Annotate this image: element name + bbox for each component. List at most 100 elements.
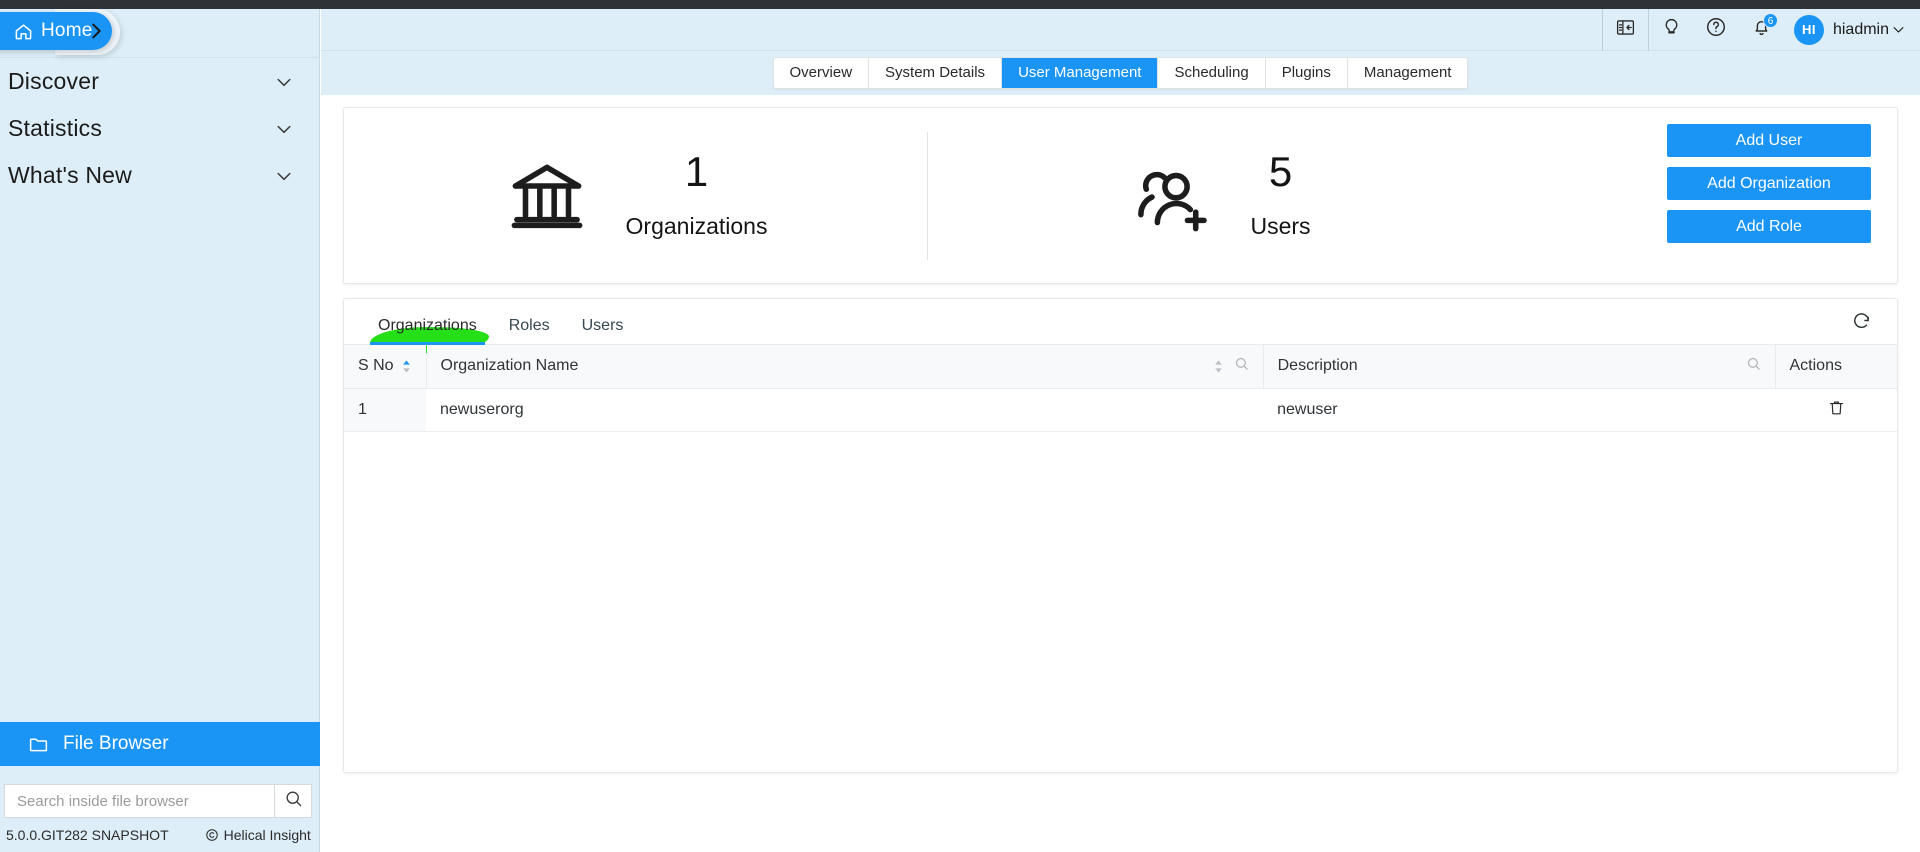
column-tools [1746, 356, 1761, 376]
stat-label: Organizations [625, 213, 768, 239]
trash-icon [1827, 398, 1846, 422]
help-circle-icon [1705, 16, 1727, 43]
inner-tab-roles[interactable]: Roles [493, 317, 566, 344]
action-button-group: Add User Add Organization Add Role [1667, 124, 1871, 243]
sidebar-nav-list: Discover Statistics What's New [0, 58, 320, 199]
home-icon [14, 22, 33, 41]
tab-user-management[interactable]: User Management [1002, 58, 1159, 88]
copyright-icon [205, 828, 219, 842]
add-organization-button[interactable]: Add Organization [1667, 167, 1871, 200]
user-menu[interactable]: HI hiadmin [1784, 9, 1920, 51]
inner-tab-label: Users [581, 317, 624, 334]
column-label: S No [358, 357, 394, 375]
inner-tab-label: Organizations [378, 317, 477, 334]
stat-value: 1 [684, 148, 709, 195]
stat-text-group: 5 Users [1250, 151, 1310, 240]
table-row[interactable]: 1 newuserorg newuser [344, 388, 1897, 432]
tab-system-details[interactable]: System Details [869, 58, 1003, 88]
panel-toggle-icon [1615, 17, 1636, 43]
column-search-icon[interactable] [1746, 356, 1761, 376]
sidebar-item-whats-new[interactable]: What's New [0, 152, 320, 199]
stat-text-group: 1 Organizations [626, 151, 768, 240]
organizations-table: S No Organization Name Description Actio… [344, 345, 1897, 432]
column-search-icon[interactable] [1234, 356, 1249, 376]
cell-sno: 1 [344, 388, 426, 432]
top-header-bar: 6 HI hiadmin [321, 8, 1920, 51]
main-tabstrip: Overview System Details User Management … [321, 51, 1920, 95]
column-header-description[interactable]: Description [1262, 345, 1775, 389]
toggle-panel-button[interactable] [1603, 9, 1648, 51]
chevron-down-icon [274, 72, 294, 92]
inner-tab-list: Organizations Roles Users [344, 299, 1897, 355]
lightbulb-icon [1661, 17, 1682, 43]
summary-card: 1 Organizations 5 Users Add User Add Org… [343, 107, 1898, 284]
inner-tab-organizations[interactable]: Organizations [362, 317, 493, 355]
version-label: 5.0.0.GIT282 SNAPSHOT [6, 827, 169, 843]
sidebar: Home Discover Statistics What's New File… [0, 9, 320, 852]
sidebar-home-row: Home [0, 9, 319, 57]
file-browser-button[interactable]: File Browser [0, 722, 320, 766]
table-head: S No Organization Name Description Actio… [344, 345, 1897, 389]
stat-value: 5 [1268, 148, 1293, 195]
main-area: 6 HI hiadmin Overview System Details Use… [321, 8, 1920, 852]
stat-users: 5 Users [928, 108, 1511, 283]
refresh-icon [1850, 309, 1873, 337]
brand-block: Helical Insight [205, 827, 311, 843]
tab-scheduling[interactable]: Scheduling [1158, 58, 1266, 88]
search-input[interactable] [4, 784, 274, 818]
sort-icon[interactable] [401, 359, 412, 374]
tab-list: Overview System Details User Management … [772, 57, 1469, 89]
add-users-icon [1128, 153, 1214, 239]
column-tools [1213, 356, 1249, 376]
sidebar-item-discover[interactable]: Discover [0, 58, 320, 105]
sidebar-footer: 5.0.0.GIT282 SNAPSHOT Helical Insight [0, 827, 320, 843]
tips-button[interactable] [1649, 9, 1694, 51]
brand-label: Helical Insight [223, 827, 311, 843]
application-window: Home Discover Statistics What's New File… [0, 0, 1920, 852]
tab-plugins[interactable]: Plugins [1266, 58, 1348, 88]
refresh-button[interactable] [1847, 309, 1875, 337]
header-icon-group: 6 HI hiadmin [1601, 8, 1920, 51]
column-label: Actions [1789, 357, 1842, 375]
column-label: Organization Name [440, 357, 579, 375]
search-button[interactable] [274, 784, 312, 818]
cell-description: newuser [1263, 388, 1775, 432]
delete-row-button[interactable] [1823, 397, 1849, 423]
tab-overview[interactable]: Overview [774, 58, 870, 88]
file-browser-label: File Browser [63, 733, 169, 754]
add-role-button[interactable]: Add Role [1667, 210, 1871, 243]
inner-tab-users[interactable]: Users [566, 317, 640, 344]
tab-management[interactable]: Management [1348, 58, 1468, 88]
chevron-down-icon [274, 119, 294, 139]
inner-tab-label: Roles [508, 317, 550, 334]
chevron-down-icon [274, 166, 294, 186]
sidebar-item-label: Statistics [8, 115, 103, 141]
table-header-row: S No Organization Name Description Actio… [344, 345, 1897, 389]
stat-label: Users [1250, 213, 1311, 239]
breadcrumb-chevron-right-icon[interactable] [85, 20, 107, 47]
cell-organization-name: newuserorg [426, 388, 1264, 432]
notifications-button[interactable]: 6 [1739, 9, 1784, 51]
notification-badge: 6 [1762, 12, 1778, 28]
table-body: 1 newuserorg newuser [344, 388, 1897, 432]
add-user-button[interactable]: Add User [1667, 124, 1871, 157]
table-panel: Organizations Roles Users S No Organizat… [343, 298, 1898, 773]
column-header-organization-name[interactable]: Organization Name [425, 345, 1264, 389]
help-button[interactable] [1694, 9, 1739, 51]
stat-organizations: 1 Organizations [344, 108, 927, 283]
column-header-actions: Actions [1774, 345, 1897, 389]
cell-actions [1775, 388, 1897, 432]
bank-icon [504, 153, 590, 239]
sidebar-item-statistics[interactable]: Statistics [0, 105, 320, 152]
folder-icon [28, 734, 49, 755]
sidebar-item-label: Discover [8, 68, 100, 94]
column-label: Description [1277, 357, 1358, 375]
user-name-label: hiadmin [1832, 20, 1889, 38]
chevron-down-icon [1891, 22, 1906, 37]
sidebar-item-label: What's New [8, 162, 132, 188]
search-icon [284, 789, 303, 813]
sort-icon[interactable] [1213, 359, 1224, 374]
content-area: 1 Organizations 5 Users Add User Add Org… [321, 95, 1920, 852]
avatar: HI [1793, 14, 1824, 45]
column-header-sno[interactable]: S No [344, 345, 426, 389]
